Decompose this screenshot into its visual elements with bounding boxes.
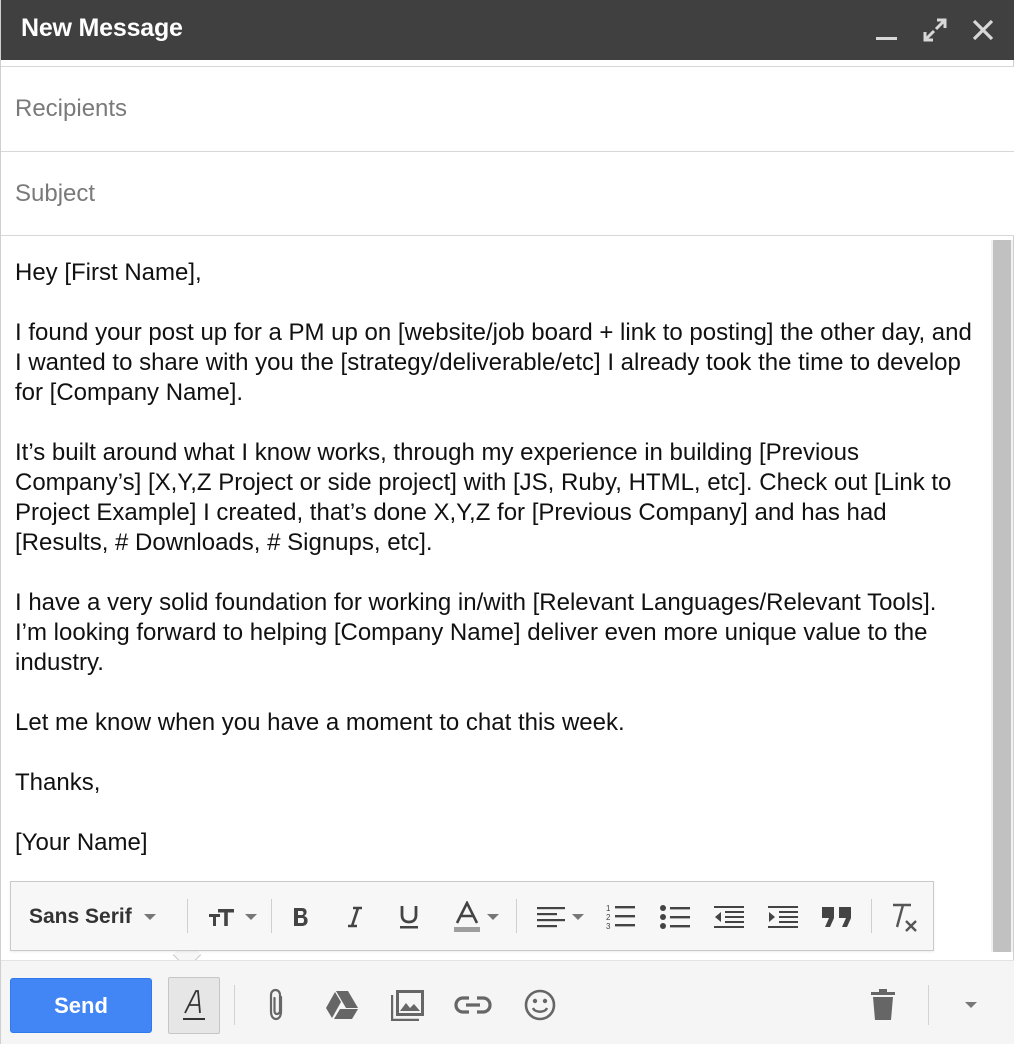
text-size-icon[interactable]: [201, 900, 263, 934]
insert-photo-icon[interactable]: [388, 985, 428, 1025]
chevron-down-icon: [245, 914, 257, 920]
body-scrollbar[interactable]: [991, 240, 1013, 952]
expand-icon[interactable]: [921, 16, 949, 44]
trash-icon[interactable]: [863, 985, 903, 1025]
chevron-down-icon: [143, 914, 156, 920]
svg-text:3: 3: [606, 922, 611, 931]
bold-icon[interactable]: [283, 900, 319, 934]
compose-title: New Message: [21, 14, 183, 42]
align-icon[interactable]: [529, 900, 591, 934]
text-color-icon[interactable]: [445, 900, 507, 934]
font-family-label: Sans Serif: [29, 905, 132, 928]
message-body[interactable]: Hey [First Name], I found your post up f…: [1, 236, 991, 960]
scrollbar-thumb[interactable]: [993, 240, 1011, 952]
body-paragraph: I have a very solid foundation for worki…: [15, 589, 937, 676]
action-bar-divider: [234, 985, 235, 1025]
chevron-down-icon: [572, 914, 584, 920]
body-paragraph: Thanks,: [15, 769, 101, 796]
chevron-down-icon: [487, 914, 499, 920]
body-paragraph: I found your post up for a PM up on [web…: [15, 319, 972, 406]
font-family-select[interactable]: Sans Serif: [29, 900, 179, 934]
svg-text:1: 1: [606, 904, 611, 913]
recipients-row: [1, 66, 1014, 152]
remove-formatting-icon[interactable]: [883, 900, 923, 934]
emoji-icon[interactable]: [520, 985, 560, 1025]
svg-text:2: 2: [606, 913, 611, 922]
minimize-icon[interactable]: [873, 16, 901, 44]
recipients-input[interactable]: [1, 67, 1014, 151]
toolbar-divider: [187, 899, 188, 933]
subject-input[interactable]: [1, 152, 1014, 235]
close-icon[interactable]: [969, 16, 997, 44]
underline-icon[interactable]: [391, 900, 427, 934]
body-paragraph: It’s built around what I know works, thr…: [15, 439, 952, 556]
action-bar-divider: [928, 985, 929, 1025]
body-paragraph: Let me know when you have a moment to ch…: [15, 709, 625, 736]
indent-more-icon[interactable]: [763, 900, 803, 934]
attach-icon[interactable]: [257, 985, 297, 1025]
numbered-list-icon[interactable]: 123: [601, 900, 641, 934]
insert-link-icon[interactable]: [453, 985, 493, 1025]
drive-icon[interactable]: [322, 985, 362, 1025]
italic-icon[interactable]: [337, 900, 373, 934]
more-options-icon[interactable]: [951, 985, 991, 1025]
formatting-options-icon[interactable]: [168, 977, 220, 1034]
body-paragraph: [Your Name]: [15, 829, 148, 856]
compose-action-bar: Send: [1, 960, 1014, 1044]
toolbar-divider: [871, 899, 872, 933]
format-toolbar: Sans Serif 1 2 3: [10, 881, 934, 951]
toolbar-divider: [271, 899, 272, 933]
indent-less-icon[interactable]: [709, 900, 749, 934]
bulleted-list-icon[interactable]: [655, 900, 695, 934]
quote-icon[interactable]: [817, 900, 857, 934]
compose-title-bar[interactable]: New Message: [1, 0, 1014, 60]
body-paragraph: Hey [First Name],: [15, 259, 202, 286]
toolbar-divider: [516, 899, 517, 933]
chevron-down-icon: [965, 1002, 977, 1008]
send-button[interactable]: Send: [10, 978, 152, 1033]
message-body-text[interactable]: Hey [First Name], I found your post up f…: [15, 258, 975, 888]
compose-window: New Message Hey [First Name], I found yo…: [0, 0, 1014, 1044]
subject-row: [1, 152, 1014, 236]
